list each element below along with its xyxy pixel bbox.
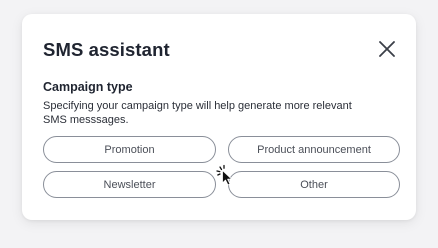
sms-assistant-dialog: SMS assistant Campaign type Specifying y… [22,14,416,220]
close-icon [379,41,395,57]
newsletter-option-button[interactable]: Newsletter [43,171,216,198]
product-announcement-option-button[interactable]: Product announcement [228,136,400,163]
promotion-option-button[interactable]: Promotion [43,136,216,163]
description-line-2: SMS messsages. [43,114,129,126]
other-option-button[interactable]: Other [228,171,400,198]
campaign-type-heading: Campaign type [43,80,133,94]
close-button[interactable] [378,40,396,58]
dialog-title: SMS assistant [43,39,170,60]
campaign-type-description: Specifying your campaign type will help … [43,99,373,127]
description-line-1: Specifying your campaign type will help … [43,100,352,112]
